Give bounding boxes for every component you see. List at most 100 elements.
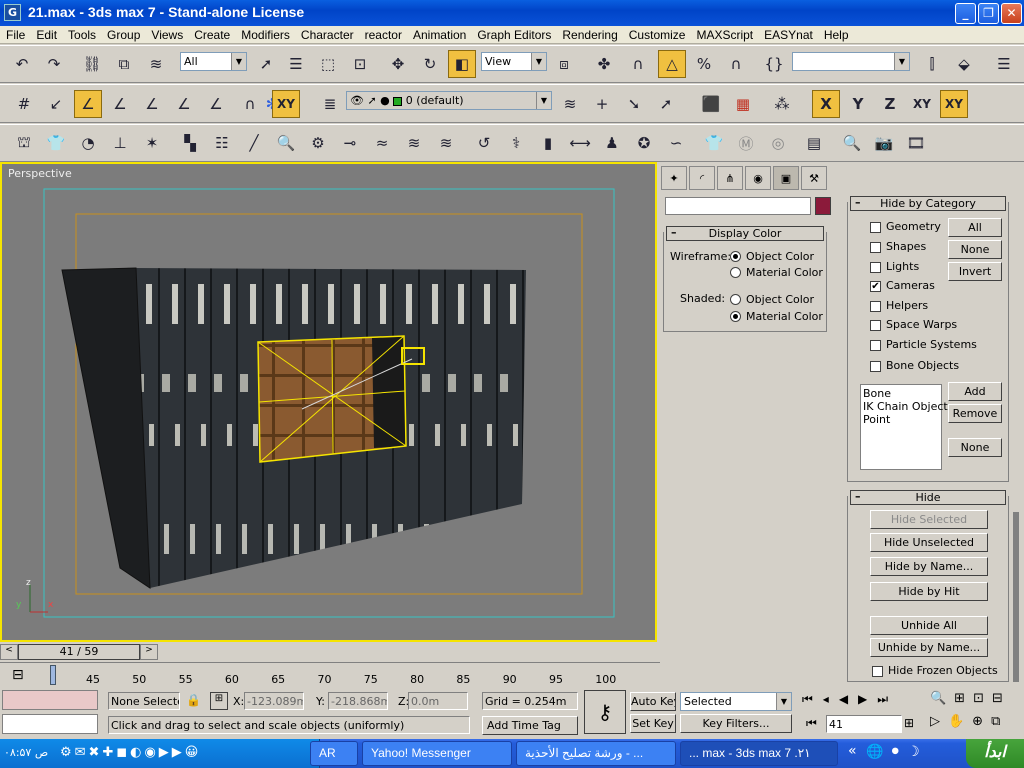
maxscript-input[interactable] xyxy=(2,714,98,734)
modify-tab-icon[interactable]: ◜ xyxy=(689,166,715,190)
utilities-tab-icon[interactable]: ⚒ xyxy=(801,166,827,190)
category-checkbox[interactable] xyxy=(870,222,881,233)
taskbar-button[interactable]: AR xyxy=(310,741,358,766)
layers-icon[interactable]: ≣ xyxy=(316,90,344,118)
ref-coord-dropdown[interactable]: View ▼ xyxy=(481,52,547,71)
menu-item-character[interactable]: Character xyxy=(295,26,359,42)
minimize-button[interactable]: _ xyxy=(955,3,976,24)
clock[interactable]: ۰۸:۵۷ ص xyxy=(4,746,48,759)
menu-item-views[interactable]: Views xyxy=(145,26,188,42)
start-button[interactable]: ابدأ xyxy=(966,739,1024,768)
star-icon[interactable]: ✶ xyxy=(138,129,166,157)
wireframe-object-color-radio[interactable] xyxy=(730,251,741,262)
list-none-button[interactable]: None xyxy=(948,438,1002,457)
spring-icon[interactable]: ⚕ xyxy=(502,129,530,157)
named-selection-dropdown[interactable]: ▼ xyxy=(792,52,910,71)
add-button[interactable]: Add xyxy=(948,382,1002,401)
hide-by-category-header[interactable]: – Hide by Category xyxy=(850,196,1006,211)
cloth-icon[interactable]: 👕 xyxy=(42,129,70,157)
link-icon[interactable]: ⛓ xyxy=(78,50,106,78)
camera-icon[interactable]: 📷 xyxy=(870,129,898,157)
hide-by-name-button[interactable]: Hide by Name... xyxy=(870,557,988,576)
ragdoll-icon[interactable]: ♟ xyxy=(598,129,626,157)
layer-props-icon[interactable]: ≋ xyxy=(556,90,584,118)
menu-item-tools[interactable]: Tools xyxy=(62,26,101,42)
dashpot-icon[interactable]: ▮ xyxy=(534,129,562,157)
rotate-icon[interactable]: ↻ xyxy=(416,50,444,78)
bind-spacewarp-icon[interactable]: ≋ xyxy=(142,50,170,78)
selection-filter-dropdown[interactable]: All ▼ xyxy=(180,52,247,71)
current-frame-field[interactable]: 41 xyxy=(826,715,902,733)
shaded-material-color-radio[interactable] xyxy=(730,311,741,322)
key-filters-button[interactable]: Key Filters... xyxy=(680,714,792,733)
taskbar-button[interactable]: ... max - 3ds max 7 .۲۱ xyxy=(680,741,838,766)
category-checkbox[interactable]: ✔ xyxy=(870,281,881,292)
mirror-icon[interactable]: ⫿ xyxy=(918,50,946,78)
hide-unselected-button[interactable]: Hide Unselected xyxy=(870,533,988,552)
menu-item-group[interactable]: Group xyxy=(101,26,145,42)
quick-launch-icons[interactable]: 🌐⚫☽ xyxy=(866,744,926,760)
particles-icon[interactable]: ⁂ xyxy=(768,90,796,118)
playback-controls[interactable]: ⏮◂◀▶⏭ xyxy=(802,692,898,707)
stick-icon[interactable]: ╱ xyxy=(240,129,268,157)
menu-item-easynat[interactable]: EASYnat xyxy=(758,26,818,42)
shaded-object-color-radio[interactable] xyxy=(730,294,741,305)
scale-icon[interactable]: ◧ xyxy=(448,50,476,78)
unlink-icon[interactable]: ⧉ xyxy=(110,50,138,78)
create-layer-icon[interactable]: + xyxy=(588,90,616,118)
select-object-icon[interactable]: ➚ xyxy=(252,50,280,78)
object-name-field[interactable] xyxy=(665,197,811,215)
pivot-center-icon[interactable]: ⧈ xyxy=(550,50,578,78)
cloth-modifier-icon[interactable]: 👕 xyxy=(700,129,728,157)
track-bar[interactable]: ⊟ 45 50 55 60 65 70 75 80 85 90 95 100 xyxy=(0,662,660,688)
absolute-mode-icon[interactable]: ⊞ xyxy=(210,692,228,710)
zoom-controls[interactable]: 🔍⊞⊡⊟ xyxy=(930,691,1011,706)
percent-snap-icon[interactable]: % xyxy=(690,50,718,78)
menu-item-create[interactable]: Create xyxy=(188,26,235,42)
set-key-button[interactable]: Set Key xyxy=(630,714,676,733)
add-time-tag-button[interactable]: Add Time Tag xyxy=(482,716,578,735)
object-color-swatch[interactable] xyxy=(815,197,831,215)
axis-constraint-icon[interactable]: ↙ xyxy=(42,90,70,118)
axis-xy-toggle[interactable]: XY xyxy=(272,90,300,118)
menu-item-help[interactable]: Help xyxy=(818,26,854,42)
auto-key-button[interactable]: Auto Key xyxy=(630,692,676,711)
category-list[interactable]: Bone IK Chain Object Point xyxy=(860,384,948,470)
snap-toggle-3-icon[interactable]: ∠ xyxy=(138,90,166,118)
add-to-layer-icon[interactable]: ➘ xyxy=(620,90,648,118)
angle-snap-icon[interactable]: △ xyxy=(658,50,686,78)
taskbar-button[interactable]: Yahoo! Messenger xyxy=(362,741,512,766)
category-checkbox[interactable] xyxy=(870,340,881,351)
axis-y-button[interactable]: Y xyxy=(844,90,872,118)
fan-icon[interactable]: ≈ xyxy=(368,129,396,157)
edit-named-selection-icon[interactable]: {} xyxy=(760,50,788,78)
axis-x-button[interactable]: X xyxy=(812,90,840,118)
unhide-by-name-button[interactable]: Unhide by Name... xyxy=(870,638,988,657)
hierarchy-tab-icon[interactable]: ⋔ xyxy=(717,166,743,190)
x-coordinate-field[interactable]: -123.089m xyxy=(244,692,304,710)
undo-icon[interactable]: ↶ xyxy=(8,50,36,78)
time-slider[interactable]: 41 / 59 xyxy=(18,644,140,660)
maximize-button[interactable]: ❐ xyxy=(978,3,999,24)
script-icon[interactable]: ▤ xyxy=(800,129,828,157)
box-icon[interactable]: ⬛ xyxy=(697,90,725,118)
category-checkbox[interactable] xyxy=(870,242,881,253)
hide-all-categories-button[interactable]: All xyxy=(948,218,1002,237)
window-crossing-icon[interactable]: ⊡ xyxy=(346,50,374,78)
taskbar-button[interactable]: ورشة تصليح الأحذية - ... xyxy=(516,741,676,766)
snap-3d-icon[interactable]: ∩ xyxy=(624,50,652,78)
layer-dropdown[interactable]: 👁 ➚ ● 0 (default) ▼ xyxy=(346,91,552,110)
invert-button[interactable]: Invert xyxy=(948,262,1002,281)
select-layer-icon[interactable]: ➚ xyxy=(652,90,680,118)
layer-manager-icon[interactable]: ☰ xyxy=(990,50,1018,78)
list-item[interactable]: Point xyxy=(863,413,939,426)
menu-item-edit[interactable]: Edit xyxy=(30,26,62,42)
current-frame-marker[interactable] xyxy=(50,665,56,685)
move-icon[interactable]: ✥ xyxy=(384,50,412,78)
time-config-icon[interactable]: ⏮ xyxy=(806,716,817,731)
wind-icon[interactable]: ≋ xyxy=(400,129,428,157)
track-bar-icon[interactable]: ⊟ xyxy=(12,667,24,683)
display-color-header[interactable]: – Display Color xyxy=(666,226,824,241)
category-checkbox[interactable] xyxy=(870,262,881,273)
create-tab-icon[interactable]: ✦ xyxy=(661,166,687,190)
